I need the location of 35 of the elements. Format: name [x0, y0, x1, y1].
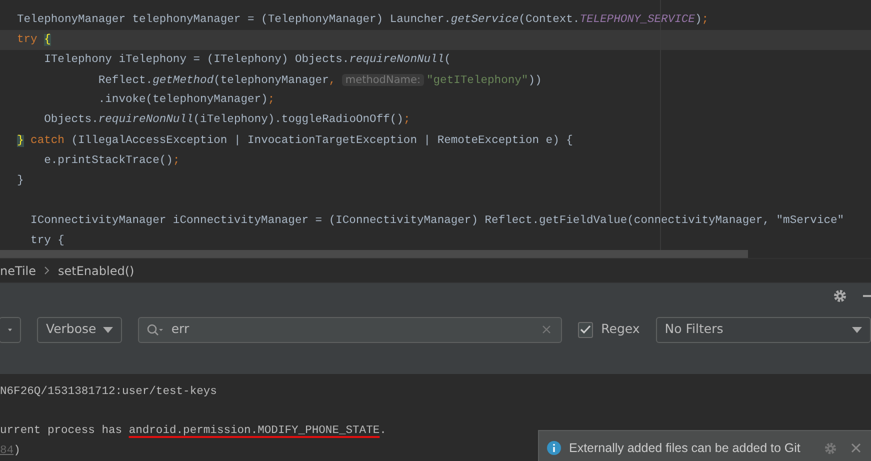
checkmark-icon [580, 325, 591, 334]
notification-text: Externally added files can be added to Git [569, 440, 800, 457]
regex-checkbox[interactable] [578, 322, 594, 338]
code-line: e.printStackTrace(); [43, 154, 181, 169]
breadcrumb-item[interactable]: neTile [0, 262, 36, 280]
log-line: N6F26Q/1531381712:user/test-keys [0, 384, 217, 400]
code-line: Objects.requireNonNull(iTelephony).toggleRadioOnOff(); [43, 112, 412, 128]
log-line: 84) [0, 444, 20, 458]
search-icon [147, 324, 164, 336]
code-line: TelephonyManager telephonyManager = (TelephonyManager) Launcher.getService(Context.TELEPHONY_SERVICE); [16, 12, 710, 28]
settings-icon[interactable] [824, 442, 837, 454]
horizontal-scrollbar[interactable] [0, 250, 748, 258]
log-line: urrent process has android.permission.MODIFY_PHONE_STATE. [0, 424, 386, 439]
filter-dropdown[interactable]: No Filters [656, 316, 871, 342]
search-field[interactable]: err [138, 316, 562, 342]
code-line: } [16, 174, 25, 189]
code-line: try { [30, 234, 66, 250]
settings-icon[interactable] [833, 288, 847, 302]
breadcrumb-item[interactable]: setEnabled() [58, 262, 134, 280]
code-line: .invoke(telephonyManager); [97, 92, 276, 108]
caret-icon [852, 326, 862, 332]
level-dropdown[interactable]: Verbose [37, 316, 122, 342]
code-line: } catch (IllegalAccessException | InvocationTargetException | RemoteException e) { [16, 134, 574, 149]
caret-icon [8, 326, 12, 332]
chevron-icon [44, 266, 50, 275]
device-dropdown[interactable] [0, 316, 21, 342]
code-line: IConnectivityManager iConnectivityManager = (IConnectivityManager) Reflect.getFieldValue(connectivityManager, "mService" [30, 214, 846, 229]
caret-icon [103, 326, 114, 332]
clear-icon[interactable] [542, 325, 550, 334]
regex-label: Regex [601, 320, 640, 338]
code-line: ITelephony iTelephony = (ITelephony) Objects.requireNonNull( [43, 52, 452, 68]
info-icon [547, 441, 561, 455]
code-line: Reflect.getMethod(telephonyManager, methodName: "getITelephony")) [97, 73, 543, 90]
close-icon[interactable] [851, 443, 861, 453]
minimize-icon[interactable] [863, 294, 871, 296]
